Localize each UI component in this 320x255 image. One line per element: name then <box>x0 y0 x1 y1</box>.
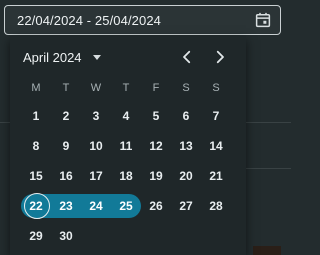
background-divider <box>246 122 291 123</box>
weekday-label: W <box>90 82 102 94</box>
calendar-day[interactable]: 1 <box>21 104 51 128</box>
calendar-day[interactable]: 29 <box>21 224 51 248</box>
background-divider <box>0 122 10 123</box>
calendar-day[interactable]: 11 <box>111 134 141 158</box>
calendar-day[interactable]: 5 <box>141 104 171 128</box>
chevron-left-icon[interactable] <box>178 48 196 66</box>
calendar-day[interactable]: 14 <box>201 134 231 158</box>
calendar-day[interactable]: 9 <box>51 134 81 158</box>
calendar-day[interactable]: 21 <box>201 164 231 188</box>
calendar-icon[interactable] <box>254 11 272 29</box>
background-panel <box>253 246 281 255</box>
calendar-day-range-end[interactable]: 25 <box>111 194 141 218</box>
calendar-day[interactable]: 12 <box>141 134 171 158</box>
calendar-day[interactable]: 6 <box>171 104 201 128</box>
month-year-label: April 2024 <box>23 49 82 65</box>
week-row: 15 16 17 18 19 20 21 <box>21 164 231 188</box>
chevron-right-icon[interactable] <box>211 48 229 66</box>
calendar-day-in-range[interactable]: 23 <box>51 194 81 218</box>
background-divider <box>246 168 291 169</box>
calendar-day[interactable]: 27 <box>171 194 201 218</box>
calendar-day[interactable]: 8 <box>21 134 51 158</box>
weekday-label: T <box>122 82 130 94</box>
weekday-header-row: M T W T F S S <box>21 76 231 100</box>
calendar-day[interactable]: 19 <box>141 164 171 188</box>
week-row: 22 23 24 25 26 27 28 <box>21 193 231 219</box>
weekday-label: S <box>182 82 190 94</box>
calendar-day[interactable]: 16 <box>51 164 81 188</box>
caret-down-icon <box>92 54 101 60</box>
weekday-label: S <box>212 82 220 94</box>
date-picker-popup: April 2024 M T W T F S S 1 2 3 4 5 6 7 8… <box>10 36 246 255</box>
calendar-day[interactable]: 3 <box>81 104 111 128</box>
calendar-day[interactable]: 20 <box>171 164 201 188</box>
week-row: 8 9 10 11 12 13 14 <box>21 134 231 158</box>
calendar-day-range-start[interactable]: 22 <box>21 193 51 219</box>
date-range-value: 22/04/2024 - 25/04/2024 <box>17 13 161 28</box>
calendar-day[interactable]: 17 <box>81 164 111 188</box>
date-range-field[interactable]: 22/04/2024 - 25/04/2024 <box>4 5 281 35</box>
calendar-day[interactable]: 18 <box>111 164 141 188</box>
calendar-day-label: 22 <box>29 199 43 213</box>
calendar-day[interactable]: 7 <box>201 104 231 128</box>
weekday-label: T <box>62 82 70 94</box>
week-row: 29 30 <box>21 224 231 248</box>
calendar-day[interactable]: 15 <box>21 164 51 188</box>
week-row: 1 2 3 4 5 6 7 <box>21 104 231 128</box>
calendar-day[interactable]: 2 <box>51 104 81 128</box>
weekday-label: M <box>31 82 41 94</box>
calendar-day[interactable]: 10 <box>81 134 111 158</box>
calendar-day[interactable]: 13 <box>171 134 201 158</box>
month-year-selector[interactable]: April 2024 <box>23 48 101 66</box>
calendar-day[interactable]: 28 <box>201 194 231 218</box>
weekday-label: F <box>152 82 160 94</box>
calendar-day[interactable]: 26 <box>141 194 171 218</box>
calendar-day[interactable]: 4 <box>111 104 141 128</box>
calendar-day[interactable]: 30 <box>51 224 81 248</box>
calendar-day-in-range[interactable]: 24 <box>81 194 111 218</box>
